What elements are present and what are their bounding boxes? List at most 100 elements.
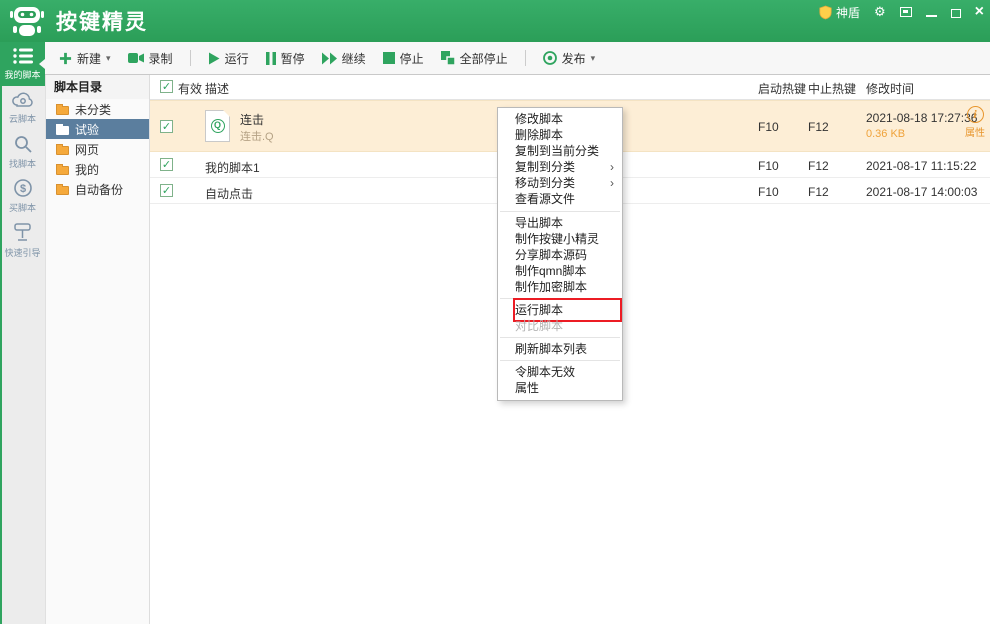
run-button[interactable]: 运行: [208, 50, 249, 67]
stop-all-button[interactable]: 全部停止: [441, 50, 508, 67]
shield-badge[interactable]: 神盾: [819, 4, 860, 21]
script-filename: 连击.Q: [240, 128, 274, 144]
dollar-glyph: $: [19, 183, 25, 195]
fast-forward-icon: [322, 52, 337, 65]
record-button[interactable]: 录制: [128, 50, 173, 67]
modified-time-value: 2021-08-17 11:15:22: [866, 159, 977, 173]
sidebar-item-cloud-scripts[interactable]: 云脚本: [0, 86, 45, 130]
new-script-button[interactable]: 新建 ▾: [59, 50, 111, 67]
toolbar-separator: [190, 50, 191, 66]
shield-badge-label: 神盾: [836, 4, 860, 21]
sidebar-item-label: 找脚本: [9, 157, 36, 170]
category-mine[interactable]: 我的: [46, 159, 149, 179]
script-title: 连击: [240, 111, 264, 128]
cloud-icon: [11, 91, 35, 109]
category-test-selected[interactable]: 试验: [46, 119, 149, 139]
button-label: 全部停止: [460, 50, 508, 67]
category-webpage[interactable]: 网页: [46, 139, 149, 159]
menu-item-view-source-file[interactable]: 查看源文件: [498, 191, 622, 207]
toolbar: 新建 ▾ 录制 运行 暂停 继续 停止 全部停止 发布 ▾: [45, 42, 990, 75]
button-label: 停止: [400, 50, 424, 67]
menu-item-make-encrypted-script[interactable]: 制作加密脚本: [498, 279, 622, 295]
row-checkbox[interactable]: ✓: [160, 120, 173, 133]
button-label: 录制: [149, 50, 173, 67]
sidebar-item-label: 快速引导: [4, 246, 40, 259]
start-hotkey-value: F10: [758, 159, 779, 173]
category-label: 未分类: [75, 101, 111, 118]
button-label: 新建: [77, 50, 101, 67]
pause-icon: [266, 52, 276, 65]
menu-item-move-to-category[interactable]: 移动到分类 ›: [498, 175, 622, 191]
select-all-checkbox[interactable]: ✓: [160, 80, 173, 93]
column-description[interactable]: 描述: [205, 80, 229, 97]
button-label: 发布: [562, 50, 586, 67]
category-auto-backup[interactable]: 自动备份: [46, 179, 149, 199]
file-size-value: 0.36 KB: [866, 128, 905, 140]
pause-button[interactable]: 暂停: [266, 50, 305, 67]
folder-icon: [56, 106, 69, 115]
properties-label: 属性: [960, 124, 990, 139]
folder-icon: [56, 166, 69, 175]
start-hotkey-value: F10: [758, 120, 779, 134]
sidebar-item-find-scripts[interactable]: 找脚本: [0, 130, 45, 174]
menu-item-refresh-script-list[interactable]: 刷新脚本列表: [498, 341, 622, 357]
button-label: 运行: [225, 50, 249, 67]
stop-all-icon: [441, 51, 455, 65]
menu-item-make-qmn-script[interactable]: 制作qmn脚本: [498, 263, 622, 279]
continue-button[interactable]: 继续: [322, 50, 366, 67]
menu-item-copy-to-category[interactable]: 复制到分类 ›: [498, 159, 622, 175]
folder-icon: [56, 146, 69, 155]
menu-item-compare-script-disabled: 对比脚本: [498, 318, 622, 334]
row-checkbox[interactable]: ✓: [160, 184, 173, 197]
stop-icon: [383, 52, 395, 64]
properties-button[interactable]: i 属性: [960, 106, 990, 139]
window-left-edge: [0, 42, 2, 624]
sidebar-item-label: 买脚本: [9, 201, 36, 214]
column-modified-time[interactable]: 修改时间: [866, 80, 914, 97]
column-start-hotkey[interactable]: 启动热键: [758, 80, 806, 97]
sidebar-item-label: 我的脚本: [4, 68, 40, 81]
menu-item-label: 复制到分类: [515, 160, 575, 174]
menu-item-export-script[interactable]: 导出脚本: [498, 215, 622, 231]
caret-down-icon: ▾: [591, 53, 596, 64]
info-icon: i: [967, 106, 984, 123]
menu-item-copy-to-current-category[interactable]: 复制到当前分类: [498, 143, 622, 159]
menu-item-share-source-code[interactable]: 分享脚本源码: [498, 247, 622, 263]
plus-icon: [59, 52, 72, 65]
toolbar-separator: [525, 50, 526, 66]
menu-item-modify-script[interactable]: 修改脚本: [498, 111, 622, 127]
row-checkbox[interactable]: ✓: [160, 158, 173, 171]
shield-icon: [819, 5, 832, 20]
sidebar-item-buy-scripts[interactable]: $ 买脚本: [0, 174, 45, 218]
menu-item-properties[interactable]: 属性: [498, 380, 622, 396]
script-title: 我的脚本1: [205, 159, 260, 176]
maximize-icon[interactable]: [951, 9, 961, 18]
sidebar-item-label: 云脚本: [9, 112, 36, 125]
category-uncategorized[interactable]: 未分类: [46, 99, 149, 119]
stop-button[interactable]: 停止: [383, 50, 424, 67]
q-badge-icon: Q: [211, 119, 225, 133]
publish-button[interactable]: 发布 ▾: [543, 50, 596, 67]
menu-separator: [500, 360, 620, 361]
caret-down-icon: ▾: [106, 53, 111, 64]
app-title: 按键精灵: [56, 6, 148, 36]
menu-item-make-mini-elf[interactable]: 制作按键小精灵: [498, 231, 622, 247]
settings-gear-icon[interactable]: ⚙: [874, 4, 886, 20]
modified-time-value: 2021-08-17 14:00:03: [866, 185, 977, 199]
column-abort-hotkey[interactable]: 中止热键: [808, 80, 856, 97]
menu-item-invalidate-script[interactable]: 令脚本无效: [498, 364, 622, 380]
script-directory-header: 脚本目录: [46, 75, 149, 99]
table-header: ✓ 有效 描述 启动热键 中止热键 修改时间: [150, 75, 990, 100]
sidebar-item-quick-guide[interactable]: 快速引导: [0, 218, 45, 262]
submenu-arrow-icon: ›: [610, 159, 614, 175]
minimize-icon[interactable]: [926, 15, 937, 17]
menu-separator: [500, 337, 620, 338]
menu-item-delete-script[interactable]: 删除脚本: [498, 127, 622, 143]
mini-window-icon[interactable]: [900, 7, 912, 17]
abort-hotkey-value: F12: [808, 120, 829, 134]
close-icon[interactable]: ×: [975, 4, 984, 20]
title-bar: 按键精灵 神盾 ⚙ ×: [0, 0, 990, 42]
column-valid[interactable]: 有效: [178, 80, 202, 97]
menu-item-run-script[interactable]: 运行脚本: [498, 302, 622, 318]
sidebar-item-my-scripts[interactable]: 我的脚本: [0, 42, 45, 86]
